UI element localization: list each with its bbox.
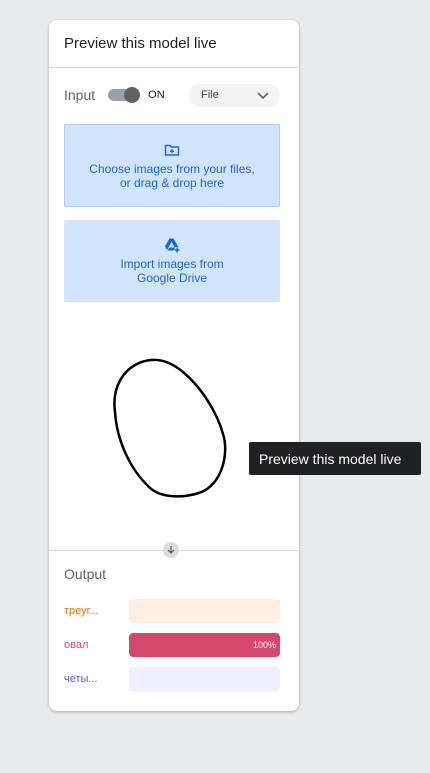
input-source-value: File: [201, 89, 219, 101]
class-confidence-bar: [129, 667, 280, 691]
tooltip: Preview this model live: [249, 442, 421, 475]
panel-title: Preview this model live: [64, 35, 217, 52]
input-image-preview: [113, 358, 227, 498]
chevron-down-icon: [257, 92, 269, 100]
arrow-down-icon: [167, 546, 175, 554]
expand-output-button[interactable]: [163, 542, 179, 558]
class-label: треуг...: [64, 605, 99, 617]
input-toggle[interactable]: [108, 87, 141, 103]
class-row: четы...: [64, 667, 280, 691]
output-label: Output: [64, 566, 107, 582]
upload-zone-line1: Choose images from your files,: [89, 161, 255, 176]
input-row: Input ON File: [64, 83, 280, 107]
class-row: овал 100%: [64, 633, 280, 657]
google-drive-add-icon: [165, 238, 180, 253]
class-label: овал: [64, 639, 89, 651]
preview-panel: Preview this model live Input ON File Ch…: [49, 20, 299, 711]
upload-zone-line2: or drag & drop here: [119, 175, 225, 190]
input-label: Input: [64, 87, 96, 103]
upload-files-zone[interactable]: Choose images from your files, or drag &…: [64, 124, 280, 207]
toggle-knob: [124, 87, 141, 103]
drive-zone-line1: Import images from: [120, 257, 224, 271]
input-source-select[interactable]: File: [189, 83, 280, 107]
class-label: четы...: [64, 673, 98, 685]
panel-header: Preview this model live: [49, 20, 299, 68]
class-confidence-bar: 100%: [129, 633, 280, 657]
folder-add-icon: [164, 144, 180, 156]
import-drive-zone[interactable]: Import images from Google Drive: [64, 220, 280, 302]
drive-zone-line2: Google Drive: [136, 271, 208, 285]
toggle-state-label: ON: [148, 89, 165, 101]
class-confidence-percent: 100%: [252, 640, 276, 650]
class-confidence-bar: [129, 599, 280, 623]
tooltip-text: Preview this model live: [259, 450, 402, 467]
class-row: треуг...: [64, 599, 280, 623]
